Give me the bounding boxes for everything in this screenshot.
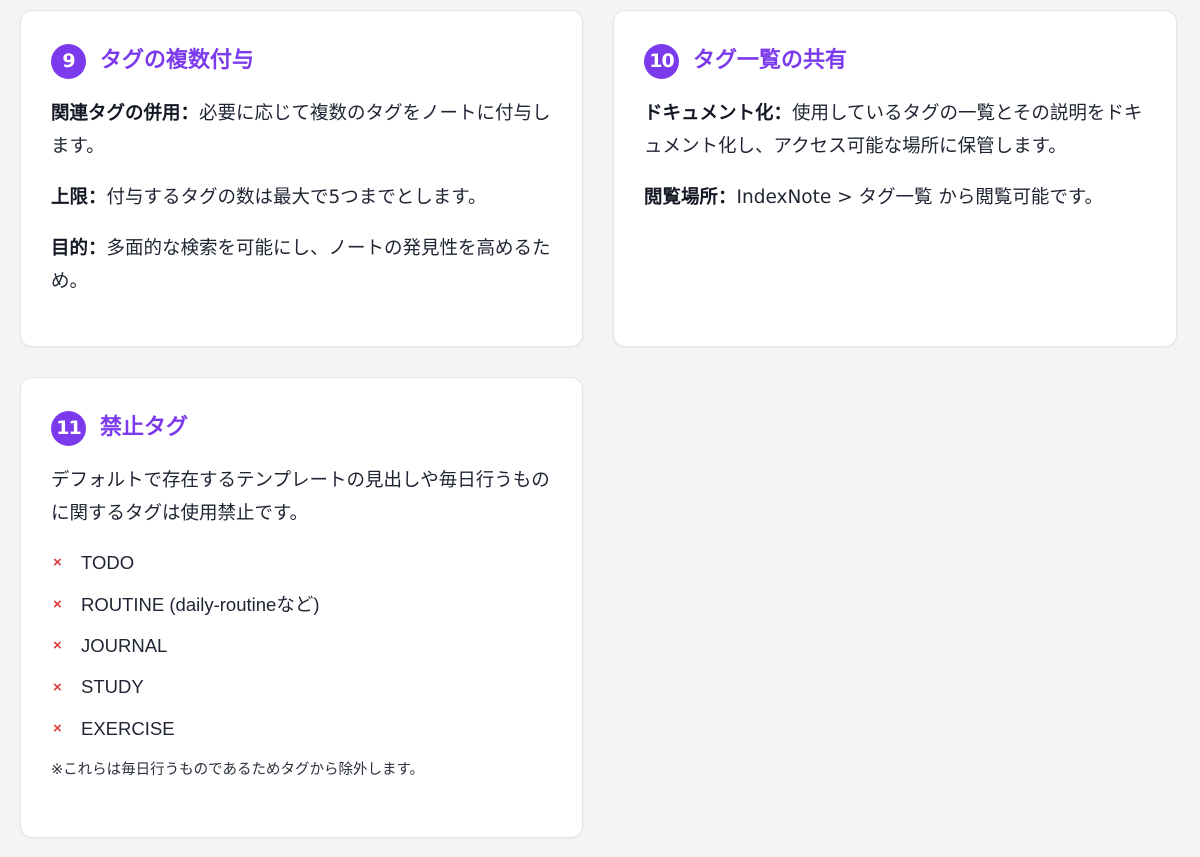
- number-badge: 10: [644, 43, 679, 79]
- banned-tag-item: × JOURNAL: [51, 625, 552, 667]
- rule-item: 閲覧場所：IndexNote > タグ一覧 から閲覧可能です。: [644, 181, 1146, 214]
- close-icon: ×: [53, 554, 62, 572]
- rule-item: 上限：付与するタグの数は最大で5つまでとします。: [51, 181, 552, 214]
- footnote: ※これらは毎日行うものであるためタグから除外します。: [51, 761, 425, 778]
- rule-item: 目的：多面的な検索を可能にし、ノートの発見性を高めるため。: [51, 232, 552, 298]
- card-title: タグ一覧の共有: [693, 48, 848, 73]
- card-title: タグの複数付与: [100, 48, 255, 73]
- banned-tag-label: TODO: [81, 551, 135, 573]
- banned-intro: デフォルトで存在するテンプレートの見出しや毎日行うものに関するタグは使用禁止です…: [51, 470, 550, 524]
- rule-text: 付与するタグの数は最大で5つまでとします。: [106, 187, 487, 208]
- close-icon: ×: [53, 678, 62, 696]
- rule-item: ドキュメント化：使用しているタグの一覧とその説明をドキュメント化し、アクセス可能…: [644, 97, 1146, 163]
- banned-tag-item: × EXERCISE: [51, 708, 552, 750]
- rule-label: 閲覧場所：: [644, 187, 737, 208]
- close-icon: ×: [53, 720, 62, 738]
- rule-label: ドキュメント化：: [644, 103, 793, 124]
- card-multiple-tags: 9 タグの複数付与 関連タグの併用：必要に応じて複数のタグをノートに付与します。…: [20, 10, 583, 347]
- rule-label: 目的：: [51, 238, 107, 259]
- banned-tag-label: ROUTINE (daily-routineなど): [81, 594, 320, 616]
- close-icon: ×: [53, 595, 62, 613]
- banned-tag-label: STUDY: [81, 676, 144, 698]
- number-badge: 9: [51, 43, 86, 79]
- banned-tag-label: JOURNAL: [81, 634, 168, 656]
- card-banned-tags: 11 禁止タグ デフォルトで存在するテンプレートの見出しや毎日行うものに関するタ…: [20, 377, 583, 838]
- close-icon: ×: [53, 637, 62, 655]
- rule-text: IndexNote > タグ一覧 から閲覧可能です。: [736, 187, 1104, 208]
- banned-tag-label: EXERCISE: [81, 717, 175, 739]
- banned-tag-item: × STUDY: [51, 667, 552, 709]
- rule-item: 関連タグの併用：必要に応じて複数のタグをノートに付与します。: [51, 97, 552, 163]
- card-header: 9 タグの複数付与: [51, 43, 552, 79]
- rule-label: 上限：: [51, 187, 107, 208]
- banned-tag-item: × TODO: [51, 542, 552, 584]
- card-title: 禁止タグ: [100, 415, 189, 440]
- card-header: 11 禁止タグ: [51, 410, 552, 446]
- banned-tag-list: × TODO × ROUTINE (daily-routineなど) × JOURNA…: [51, 542, 552, 750]
- rule-text: 多面的な検索を可能にし、ノートの発見性を高めるため。: [51, 238, 551, 292]
- card-tag-list-sharing: 10 タグ一覧の共有 ドキュメント化：使用しているタグの一覧とその説明をドキュメ…: [613, 10, 1177, 347]
- number-badge: 11: [51, 410, 86, 446]
- banned-tag-item: × ROUTINE (daily-routineなど): [51, 584, 552, 626]
- rule-label: 関連タグの併用：: [51, 103, 200, 124]
- card-header: 10 タグ一覧の共有: [644, 43, 1146, 79]
